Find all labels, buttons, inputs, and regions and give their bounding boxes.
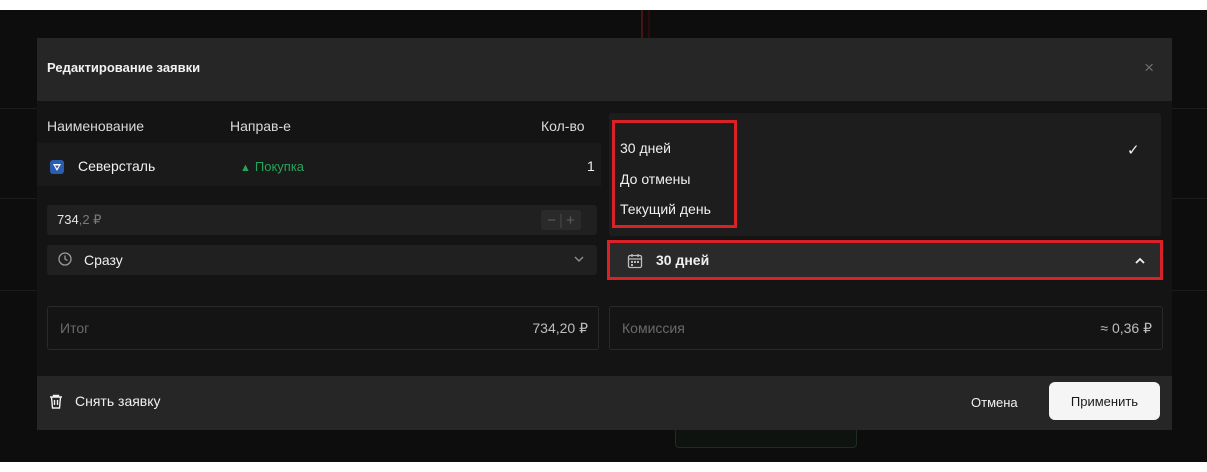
trash-icon (50, 394, 62, 409)
cancel-order-button[interactable]: Снять заявку (49, 393, 161, 409)
clock-icon (58, 252, 72, 266)
increment-button[interactable]: + (563, 212, 578, 229)
total-value: 734,20 ₽ (532, 320, 588, 336)
dropdown-option-until-cancel[interactable]: До отмены (620, 171, 690, 187)
dialog-title: Редактирование заявки (47, 60, 201, 75)
price-value: 734,2 ₽ (57, 212, 101, 228)
background-chart-line (641, 10, 643, 38)
checkmark-icon: ✓ (1127, 142, 1140, 159)
execution-value: Сразу (84, 252, 123, 268)
validity-dropdown-menu: 30 дней До отмены Текущий день ✓ (609, 113, 1161, 236)
column-header-quantity: Кол-во (541, 118, 585, 134)
column-header-name: Наименование (47, 118, 145, 134)
price-integer: 734 (57, 212, 79, 227)
dropdown-option-current-day[interactable]: Текущий день (620, 201, 711, 217)
direction-label: ▲ Покупка (240, 159, 304, 174)
close-icon[interactable]: × (1144, 58, 1154, 78)
quantity-value: 1 (587, 158, 595, 174)
dialog-header: Редактирование заявки × (37, 38, 1172, 101)
commission-value: ≈ 0,36 ₽ (1100, 320, 1152, 336)
price-input[interactable]: 734,2 ₽ − | + (47, 205, 597, 235)
ticker-logo-icon (50, 160, 64, 174)
validity-select[interactable]: 30 дней (607, 240, 1163, 280)
commission-label: Комиссия (622, 320, 685, 336)
cancel-order-label: Снять заявку (75, 393, 161, 409)
price-fraction: ,2 ₽ (78, 212, 102, 227)
chevron-up-icon (1135, 257, 1145, 264)
price-stepper: − | + (541, 210, 581, 230)
dropdown-option-30-days[interactable]: 30 дней (620, 140, 671, 156)
edit-order-dialog: Редактирование заявки × Наименование Нап… (37, 38, 1172, 430)
chevron-down-icon (574, 256, 584, 263)
calendar-icon (627, 254, 643, 269)
instrument-name: Северсталь (78, 158, 156, 174)
screenshot-border-bottom (0, 462, 1207, 472)
total-box: Итог 734,20 ₽ (47, 306, 599, 350)
screenshot-border-top (0, 0, 1207, 10)
execution-select[interactable]: Сразу (47, 245, 597, 275)
column-header-direction: Направ-е (230, 118, 291, 134)
background-chart-line (648, 10, 650, 38)
instrument-row: Северсталь ▲ Покупка 1 (37, 143, 601, 186)
commission-box: Комиссия ≈ 0,36 ₽ (609, 306, 1163, 350)
validity-value: 30 дней (656, 252, 710, 268)
decrement-button[interactable]: − (544, 212, 559, 229)
apply-button[interactable]: Применить (1049, 382, 1160, 420)
direction-text: Покупка (254, 159, 305, 174)
cancel-button[interactable]: Отмена (971, 395, 1018, 410)
triangle-up-icon: ▲ (240, 162, 251, 174)
total-label: Итог (60, 320, 90, 336)
dialog-footer: Снять заявку Отмена Применить (37, 376, 1172, 430)
